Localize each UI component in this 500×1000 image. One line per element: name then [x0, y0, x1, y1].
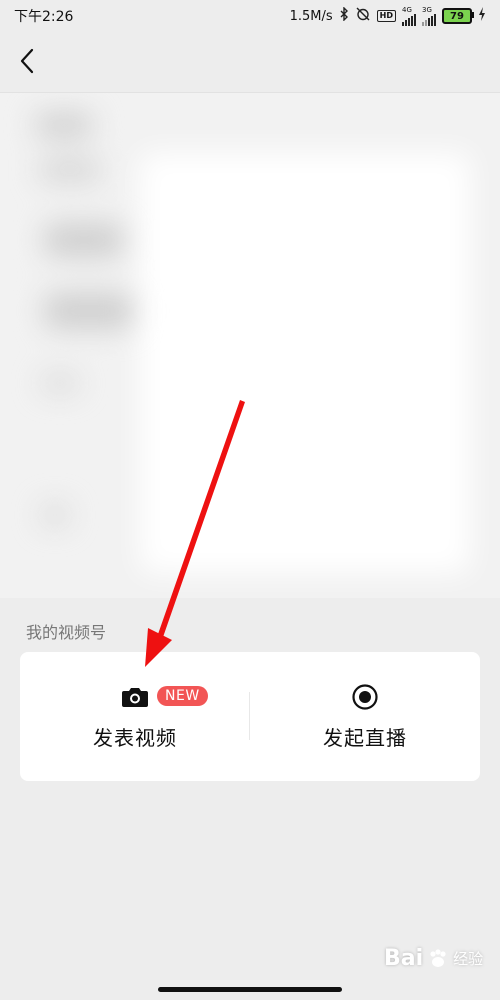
alarm-off-icon: [355, 7, 371, 25]
chevron-left-icon: [20, 48, 34, 74]
blurred-block: [34, 113, 94, 137]
post-video-icon-row: NEW: [121, 682, 208, 712]
action-card: NEW 发表视频 发起直播: [20, 652, 480, 781]
blurred-card: [140, 153, 470, 573]
status-bar: 下午2:26 1.5M/s HD 4G 3G 79: [0, 0, 500, 32]
start-live-button[interactable]: 发起直播: [250, 652, 480, 781]
sim1-label: 4G: [402, 5, 412, 14]
bluetooth-icon: [339, 6, 349, 25]
watermark-brand: Bai: [384, 946, 424, 971]
status-time: 下午2:26: [14, 9, 74, 25]
hd-badge: HD: [376, 10, 396, 22]
start-live-icon-row: [351, 682, 379, 712]
camera-icon: [122, 688, 148, 707]
blurred-block: [44, 293, 134, 329]
signal-bars-icon: [402, 13, 416, 26]
battery-level: 79: [450, 10, 464, 22]
status-icons: 1.5M/s HD 4G 3G 79: [289, 5, 486, 26]
watermark-suffix: 经验: [453, 950, 484, 968]
blur-layer: [0, 93, 500, 598]
blurred-block: [38, 157, 102, 183]
paw-icon: [430, 948, 446, 967]
net-speed: 1.5M/s: [289, 8, 333, 24]
section-label: 我的视频号: [26, 623, 107, 642]
sim2-label: 3G: [422, 5, 432, 14]
post-video-label: 发表视频: [93, 726, 177, 750]
blurred-block: [40, 373, 80, 393]
signal-sim2: 3G: [422, 5, 436, 26]
post-video-button[interactable]: NEW 发表视频: [20, 652, 250, 781]
battery-icon: 79: [442, 8, 474, 24]
blurred-content: [0, 93, 500, 598]
start-live-label: 发起直播: [323, 726, 407, 750]
record-icon: [352, 684, 378, 710]
charging-icon: [478, 7, 486, 25]
home-indicator[interactable]: [158, 987, 342, 992]
baidu-watermark: Bai 经验: [384, 946, 483, 971]
blurred-block: [40, 503, 70, 527]
signal-bars-icon: [422, 13, 436, 26]
signal-sim1: 4G: [402, 5, 416, 26]
back-button[interactable]: [12, 44, 42, 78]
blurred-block: [44, 223, 124, 257]
new-badge: NEW: [157, 686, 208, 706]
